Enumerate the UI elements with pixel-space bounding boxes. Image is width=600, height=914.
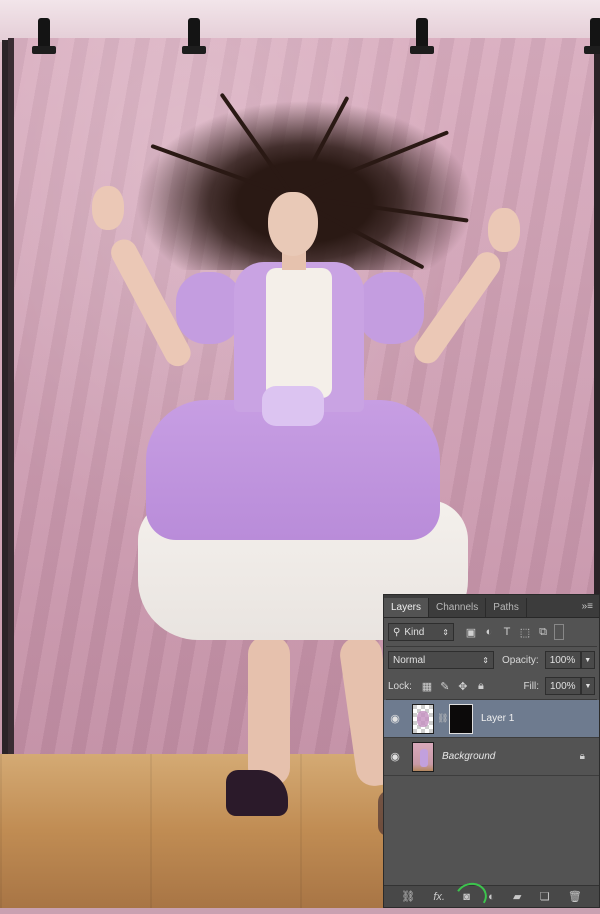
tab-paths[interactable]: Paths xyxy=(486,598,527,617)
trash-icon[interactable]: 🗑︎ xyxy=(568,890,582,903)
left-sleeve xyxy=(176,272,242,344)
opacity-label: Opacity: xyxy=(502,654,539,666)
filter-kind-select[interactable]: ⚲ Kind ⇕ xyxy=(388,623,454,641)
shape-filter-icon[interactable]: ⬚ xyxy=(516,623,534,641)
search-icon: ⚲ xyxy=(393,626,401,638)
layer-row-background[interactable]: ◉ Background 🔒︎ xyxy=(384,738,599,776)
new-group-folder-icon[interactable]: ▰ xyxy=(513,890,521,903)
adjustment-layer-icon[interactable]: ◐ xyxy=(488,891,495,903)
fill-input[interactable]: 100% xyxy=(545,677,581,695)
face xyxy=(268,192,318,256)
opacity-input[interactable]: 100% xyxy=(544,651,581,669)
backdrop-stand-left xyxy=(2,40,8,760)
dropdown-arrows-icon: ⇕ xyxy=(442,627,449,637)
tab-layers[interactable]: Layers xyxy=(384,598,430,617)
layer-thumbnail[interactable] xyxy=(412,703,434,734)
chevron-down-icon: ▼ xyxy=(584,682,592,690)
new-layer-icon[interactable]: ❏ xyxy=(540,890,550,903)
filter-toggle[interactable] xyxy=(554,624,564,640)
fill-dropdown-button[interactable]: ▼ xyxy=(581,677,595,695)
tab-channels[interactable]: Channels xyxy=(429,598,487,617)
lock-transparent-pixels-icon[interactable]: ▦ xyxy=(418,677,436,695)
panel-tab-bar: Layers Channels Paths »≡ xyxy=(384,595,599,618)
lock-icon: 🔒︎ xyxy=(579,751,585,762)
layer-name[interactable]: Layer 1 xyxy=(481,713,514,724)
layer-row-layer-1[interactable]: ◉ ⛓ Layer 1 xyxy=(384,700,599,738)
fill-value: 100% xyxy=(550,680,576,692)
left-leg xyxy=(248,636,290,786)
link-layers-icon[interactable]: ⛓ xyxy=(401,890,415,903)
eye-icon[interactable]: ◉ xyxy=(384,712,406,725)
adjustment-filter-icon[interactable]: ◐ xyxy=(480,623,498,641)
clamp xyxy=(584,18,600,54)
blend-mode-label: Normal xyxy=(393,654,426,666)
fx-button[interactable]: fx. xyxy=(433,891,445,903)
fill-label: Fill: xyxy=(523,680,539,692)
lock-position-icon[interactable]: ✥ xyxy=(454,677,472,695)
layer-thumbnail[interactable] xyxy=(412,741,434,772)
blend-mode-select[interactable]: Normal ⇕ xyxy=(388,651,494,669)
right-hand xyxy=(488,208,520,252)
filter-row: ⚲ Kind ⇕ ▣ ◐ T ⬚ ⧉ xyxy=(384,618,599,646)
right-sleeve xyxy=(358,272,424,344)
highlight-circle xyxy=(452,878,491,914)
eye-icon[interactable]: ◉ xyxy=(384,750,406,763)
blend-row: Normal ⇕ Opacity: 100% ▼ xyxy=(384,647,599,673)
lock-image-pixels-icon[interactable]: ✎ xyxy=(436,677,454,695)
layers-bottom-toolbar: ⛓ fx. ◙ ◐ ▰ ❏ 🗑︎ xyxy=(384,878,599,914)
type-filter-icon[interactable]: T xyxy=(498,623,516,641)
lock-row: Lock: ▦ ✎ ✥ 🔒︎ Fill: 100% ▼ xyxy=(384,673,599,699)
dress-bib xyxy=(266,268,332,398)
link-icon[interactable]: ⛓ xyxy=(437,713,448,724)
add-layer-mask-button[interactable]: ◙ xyxy=(452,878,491,914)
clamp xyxy=(182,18,206,54)
pixel-filter-icon[interactable]: ▣ xyxy=(462,623,480,641)
opacity-dropdown-button[interactable]: ▼ xyxy=(580,651,595,669)
dropdown-arrows-icon: ⇕ xyxy=(482,655,489,665)
layer-mask-thumbnail[interactable] xyxy=(449,703,473,734)
layer-name[interactable]: Background xyxy=(442,751,495,762)
layers-panel: Layers Channels Paths »≡ ⚲ Kind ⇕ ▣ ◐ T … xyxy=(383,594,600,914)
left-hand xyxy=(92,186,124,230)
chevron-down-icon: ▼ xyxy=(584,656,592,664)
opacity-value: 100% xyxy=(549,654,576,666)
clamp xyxy=(410,18,434,54)
lock-all-icon[interactable]: 🔒︎ xyxy=(472,677,490,695)
smart-object-filter-icon[interactable]: ⧉ xyxy=(534,623,552,641)
lock-label: Lock: xyxy=(388,680,412,692)
filter-kind-label: Kind xyxy=(404,626,425,638)
clamp xyxy=(32,18,56,54)
wall xyxy=(0,0,600,42)
panel-menu-icon[interactable]: »≡ xyxy=(582,601,593,612)
dress-bow xyxy=(262,386,324,426)
